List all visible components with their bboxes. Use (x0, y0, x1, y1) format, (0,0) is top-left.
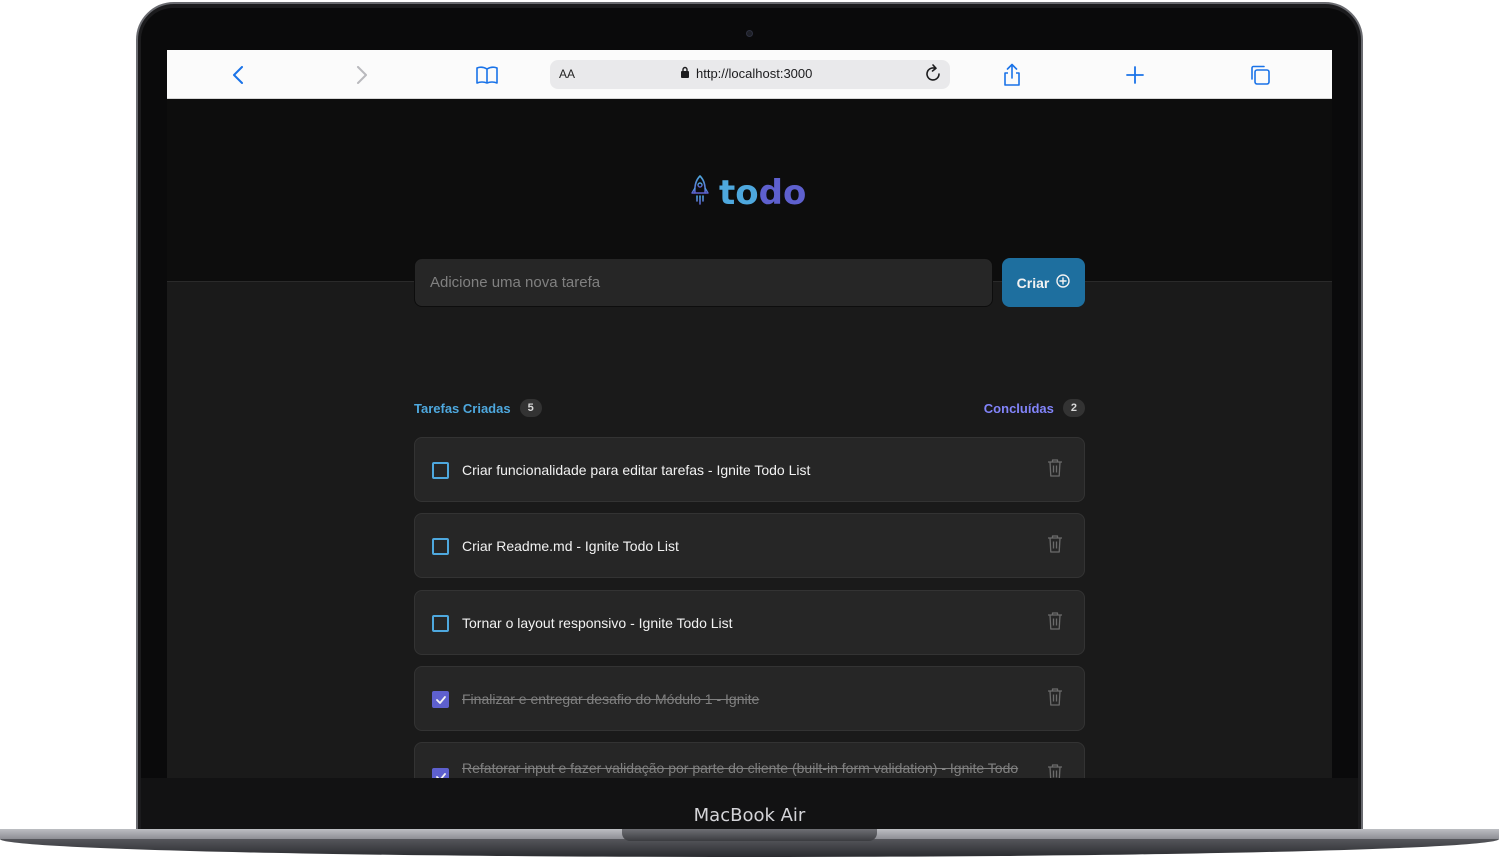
task-text: Criar Readme.md - Ignite Todo List (462, 538, 679, 554)
done-counter: Concluídas 2 (984, 399, 1085, 417)
trash-icon[interactable] (1047, 611, 1063, 635)
done-count-badge: 2 (1062, 399, 1085, 417)
trash-icon[interactable] (1047, 458, 1063, 482)
created-count-badge: 5 (519, 399, 542, 417)
task-text: Finalizar e entregar desafio do Módulo 1… (462, 691, 760, 707)
trash-icon[interactable] (1047, 534, 1063, 558)
rocket-icon (689, 174, 711, 213)
bookmarks-icon[interactable] (472, 60, 502, 90)
url-text: http://localhost:3000 (696, 66, 813, 81)
tabs-icon[interactable] (1245, 60, 1275, 90)
browser-screen: AA http://localhost:3000 todo Adicione u… (167, 50, 1332, 778)
created-label: Tarefas Criadas (414, 400, 511, 416)
logo-text-to: to (719, 173, 759, 213)
task-item: Criar Readme.md - Ignite Todo List (414, 513, 1085, 578)
logo-text-do: do (758, 173, 807, 213)
create-task-button[interactable]: Criar (1002, 258, 1085, 307)
app-logo: todo (689, 173, 806, 213)
share-icon[interactable] (997, 60, 1027, 90)
hinge-notch (622, 829, 877, 841)
trash-icon[interactable] (1047, 687, 1063, 711)
task-text: Criar funcionalidade para editar tarefas… (462, 462, 811, 478)
device-model-label: MacBook Air (693, 805, 806, 826)
done-label: Concluídas (983, 400, 1054, 416)
task-item: Criar funcionalidade para editar tarefas… (414, 437, 1085, 502)
task-item: Finalizar e entregar desafio do Módulo 1… (414, 666, 1085, 731)
task-checkbox-checked[interactable] (432, 768, 449, 778)
laptop-base (0, 829, 1499, 861)
created-counter: Tarefas Criadas 5 (414, 399, 542, 417)
task-text: Tornar o layout responsivo - Ignite Todo… (462, 615, 733, 631)
new-task-input[interactable] (414, 258, 993, 307)
create-button-label: Criar (1016, 274, 1050, 291)
task-text: Refatorar input e fazer validação por pa… (462, 760, 1019, 776)
back-icon[interactable] (223, 60, 253, 90)
task-checkbox[interactable] (432, 538, 449, 555)
trash-icon[interactable] (1047, 763, 1063, 778)
plus-circle-icon (1056, 274, 1071, 291)
task-checkbox[interactable] (432, 462, 449, 479)
task-checkbox[interactable] (432, 615, 449, 632)
task-checkbox-checked[interactable] (432, 691, 449, 708)
browser-toolbar: AA http://localhost:3000 (167, 50, 1332, 99)
new-tab-icon[interactable] (1120, 60, 1150, 90)
camera-icon (746, 30, 753, 37)
text-size-button[interactable]: AA (559, 67, 575, 81)
lock-icon (680, 66, 690, 81)
task-counters: Tarefas Criadas 5 Concluídas 2 (414, 399, 1085, 419)
macbook-device: AA http://localhost:3000 todo Adicione u… (0, 0, 1499, 861)
reload-icon[interactable] (922, 63, 944, 90)
address-bar[interactable]: AA http://localhost:3000 (550, 60, 950, 89)
task-item: Tornar o layout responsivo - Ignite Todo… (414, 590, 1085, 655)
task-item: Refatorar input e fazer validação por pa… (414, 742, 1085, 778)
forward-icon[interactable] (347, 60, 377, 90)
